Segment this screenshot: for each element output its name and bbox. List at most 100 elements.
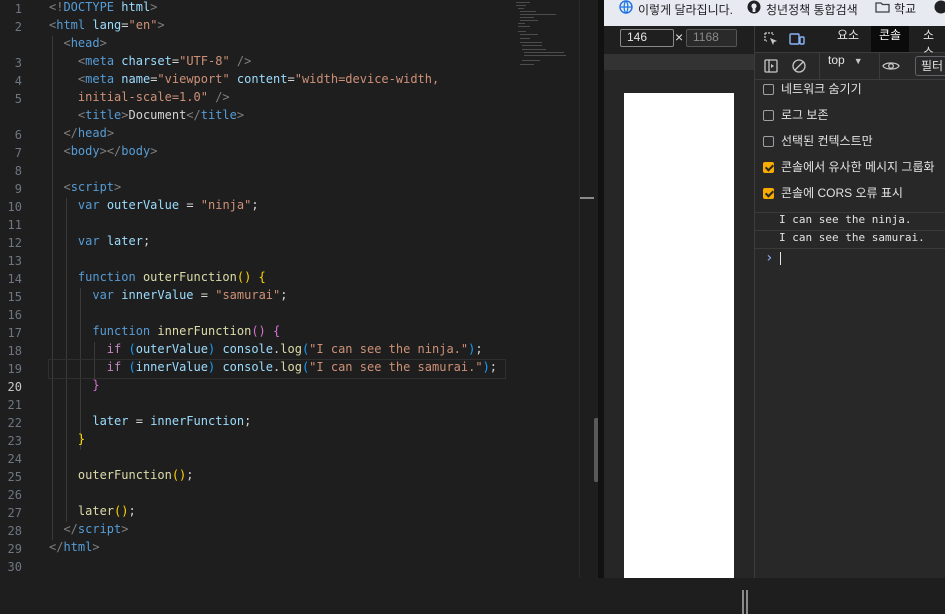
line-number: 5: [0, 90, 22, 108]
tab-elements[interactable]: 요소: [829, 26, 867, 52]
setting-selected-context-only[interactable]: 선택된 컨텍스트만: [763, 132, 873, 158]
code-editor[interactable]: 1234567891011121314151617181920212223242…: [0, 0, 594, 578]
code-area[interactable]: <!DOCTYPE html> <html lang="en"> <head> …: [49, 0, 594, 578]
line-number: 1: [0, 0, 22, 18]
resize-handle[interactable]: [742, 590, 748, 614]
device-viewport: [604, 70, 754, 578]
line-number: 11: [0, 216, 22, 234]
tab-sources[interactable]: 소스: [915, 26, 945, 52]
code-line: <title>Document</title>: [49, 108, 244, 126]
code-line: var later;: [49, 234, 150, 252]
prompt-chevron-icon: ›: [765, 249, 773, 267]
code-line: <head>: [49, 36, 107, 54]
code-line: <body></body>: [49, 144, 157, 162]
code-line: </head>: [49, 126, 114, 144]
setting-label: 콘솔에 CORS 오류 표시: [781, 186, 903, 200]
line-number: 16: [0, 306, 22, 324]
line-number: 13: [0, 252, 22, 270]
line-number: 25: [0, 468, 22, 486]
bookmark-label: 학교: [894, 2, 916, 16]
eye-icon[interactable]: [879, 53, 902, 79]
code-line: if (outerValue) console.log("I can see t…: [49, 342, 483, 360]
bookmark-item[interactable]: 학교: [874, 0, 916, 26]
console-toolbar: top▼ 필터: [755, 53, 945, 80]
context-selector[interactable]: top▼: [819, 53, 871, 79]
folder-icon: [874, 1, 890, 16]
dimension-separator: ×: [675, 29, 683, 47]
editor-scrollbar[interactable]: [579, 0, 594, 578]
line-number: 20: [0, 378, 22, 396]
line-number: 28: [0, 522, 22, 540]
console-message: I can see the samurai.: [755, 230, 945, 248]
line-number: 19: [0, 360, 22, 378]
code-line: </html>: [49, 540, 100, 558]
code-line: function outerFunction() {: [49, 270, 266, 288]
bookmark-label: 청년정책 통합검색: [766, 3, 858, 17]
code-line: <html lang="en">: [49, 18, 165, 36]
line-number: 24: [0, 450, 22, 468]
code-line: initial-scale=1.0" />: [49, 90, 230, 108]
sidebar-toggle-icon[interactable]: [761, 53, 781, 79]
code-line: <meta charset="UTF-8" />: [49, 54, 251, 72]
line-number: 4: [0, 72, 22, 90]
console-filter-input[interactable]: 필터: [915, 56, 945, 76]
devtools-tab-bar: 요소 콘솔 소스: [755, 26, 945, 53]
line-number: 26: [0, 486, 22, 504]
code-line: <!DOCTYPE html>: [49, 0, 157, 18]
setting-group-similar[interactable]: 콘솔에서 유사한 메시지 그룹화: [763, 158, 935, 184]
setting-hide-network[interactable]: 네트워크 숨기기: [763, 80, 862, 106]
line-number: 14: [0, 270, 22, 288]
code-line: function innerFunction() {: [49, 324, 280, 342]
overflow-icon[interactable]: [934, 0, 945, 26]
checkbox[interactable]: [763, 136, 774, 147]
code-line: later = innerFunction;: [49, 414, 251, 432]
line-number: 2: [0, 18, 22, 36]
clear-console-icon[interactable]: [789, 53, 809, 79]
code-line: </script>: [49, 522, 129, 540]
rendered-page[interactable]: [624, 93, 734, 578]
checkbox-checked[interactable]: [763, 162, 774, 173]
console-prompt[interactable]: ›: [755, 248, 945, 267]
line-number: [0, 36, 22, 54]
context-label: top: [828, 53, 845, 67]
line-number: 9: [0, 180, 22, 198]
bookmark-item[interactable]: 청년정책 통합검색: [746, 0, 858, 26]
scrollbar-position-marker: [580, 197, 594, 199]
setting-label: 네트워크 숨기기: [781, 82, 862, 96]
line-number: 10: [0, 198, 22, 216]
line-number: 21: [0, 396, 22, 414]
line-number: 6: [0, 126, 22, 144]
line-number: 15: [0, 288, 22, 306]
bookmarks-bar: 이렇게 달라집니다. 청년정책 통합검색 학교: [604, 0, 945, 26]
code-line: <meta name="viewport" content="width=dev…: [49, 72, 439, 90]
devtools-panel: 요소 콘솔 소스 top▼ 필터 네트워크 숨기기 로그 보존 선택된 컨텍스트…: [754, 26, 945, 578]
globe-icon: [618, 0, 634, 17]
line-number: 8: [0, 162, 22, 180]
code-line: }: [49, 432, 85, 450]
line-number: 3: [0, 54, 22, 72]
viewport-height-input[interactable]: 1168: [686, 29, 737, 47]
bookmark-item[interactable]: 이렇게 달라집니다.: [618, 0, 733, 26]
line-number: 12: [0, 234, 22, 252]
console-message: I can see the ninja.: [755, 212, 945, 230]
code-line: }: [49, 378, 100, 396]
checkbox-checked[interactable]: [763, 188, 774, 199]
setting-label: 로그 보존: [781, 108, 829, 122]
code-line: outerFunction();: [49, 468, 194, 486]
setting-show-cors-errors[interactable]: 콘솔에 CORS 오류 표시: [763, 184, 903, 210]
code-line: var innerValue = "samurai";: [49, 288, 288, 306]
line-number: 7: [0, 144, 22, 162]
setting-preserve-log[interactable]: 로그 보존: [763, 106, 829, 132]
setting-label: 콘솔에서 유사한 메시지 그룹화: [781, 160, 935, 174]
checkbox[interactable]: [763, 84, 774, 95]
tab-console[interactable]: 콘솔: [871, 26, 909, 52]
viewport-width-input[interactable]: 146: [620, 29, 674, 47]
minimap[interactable]: [512, 0, 578, 70]
inspect-element-icon[interactable]: [759, 26, 783, 52]
browser-window: 이렇게 달라집니다. 청년정책 통합검색 학교 146 × 1168 요소 콘솔…: [604, 0, 945, 578]
checkbox[interactable]: [763, 110, 774, 121]
device-toggle-icon[interactable]: [785, 26, 809, 52]
line-number-gutter: 1234567891011121314151617181920212223242…: [0, 0, 34, 578]
line-number: 17: [0, 324, 22, 342]
code-line: later();: [49, 504, 136, 522]
